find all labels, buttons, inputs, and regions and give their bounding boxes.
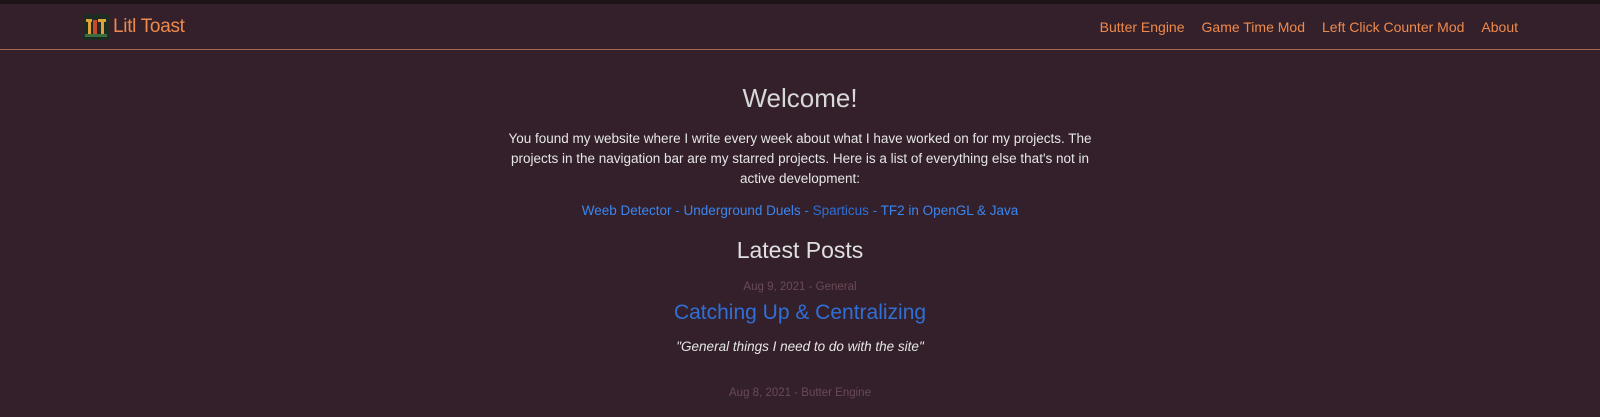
project-link-tf2-opengl-java[interactable]: TF2 in OpenGL & Java	[881, 203, 1019, 218]
brand-link[interactable]: Litl Toast	[83, 13, 185, 40]
project-link-underground-duels[interactable]: Underground Duels	[684, 203, 801, 218]
other-projects-list: Weeb Detector - Underground Duels - Spar…	[0, 201, 1600, 221]
post-summary: "General things I need to do with the si…	[676, 339, 924, 354]
project-separator: -	[868, 203, 881, 218]
nav-link-game-time-mod[interactable]: Game Time Mod	[1202, 19, 1305, 35]
post-title-link[interactable]: Catching Up & Centralizing	[674, 299, 926, 327]
navbar: Litl Toast Butter Engine Game Time Mod L…	[0, 4, 1600, 50]
project-link-weeb-detector[interactable]: Weeb Detector	[582, 203, 672, 218]
post-category[interactable]: Butter Engine	[801, 387, 871, 399]
main-content: Welcome! You found my website where I wr…	[0, 81, 1600, 401]
post-date: Aug 8, 2021	[729, 387, 792, 399]
intro-paragraph: You found my website where I write every…	[508, 131, 1092, 186]
project-separator: -	[800, 203, 813, 218]
nav-link-about[interactable]: About	[1481, 19, 1518, 35]
post-category[interactable]: General	[816, 281, 857, 293]
litl-toast-logo-icon	[83, 13, 109, 40]
project-link-sparticus[interactable]: Sparticus	[813, 203, 869, 218]
nav-link-butter-engine[interactable]: Butter Engine	[1100, 19, 1185, 35]
project-separator: -	[671, 203, 684, 218]
latest-posts-heading: Latest Posts	[736, 237, 864, 263]
post-meta: Aug 8, 2021 - Butter Engine	[0, 385, 1600, 401]
nav-link-left-click-counter-mod[interactable]: Left Click Counter Mod	[1322, 19, 1464, 35]
post-date: Aug 9, 2021	[743, 281, 806, 293]
post-meta: Aug 9, 2021 - General	[0, 279, 1600, 295]
post-meta-separator: -	[791, 387, 802, 399]
nav-links: Butter Engine Game Time Mod Left Click C…	[1100, 19, 1518, 35]
post-meta-separator: -	[805, 281, 816, 293]
welcome-heading: Welcome!	[742, 83, 858, 113]
brand-name: Litl Toast	[113, 15, 185, 37]
